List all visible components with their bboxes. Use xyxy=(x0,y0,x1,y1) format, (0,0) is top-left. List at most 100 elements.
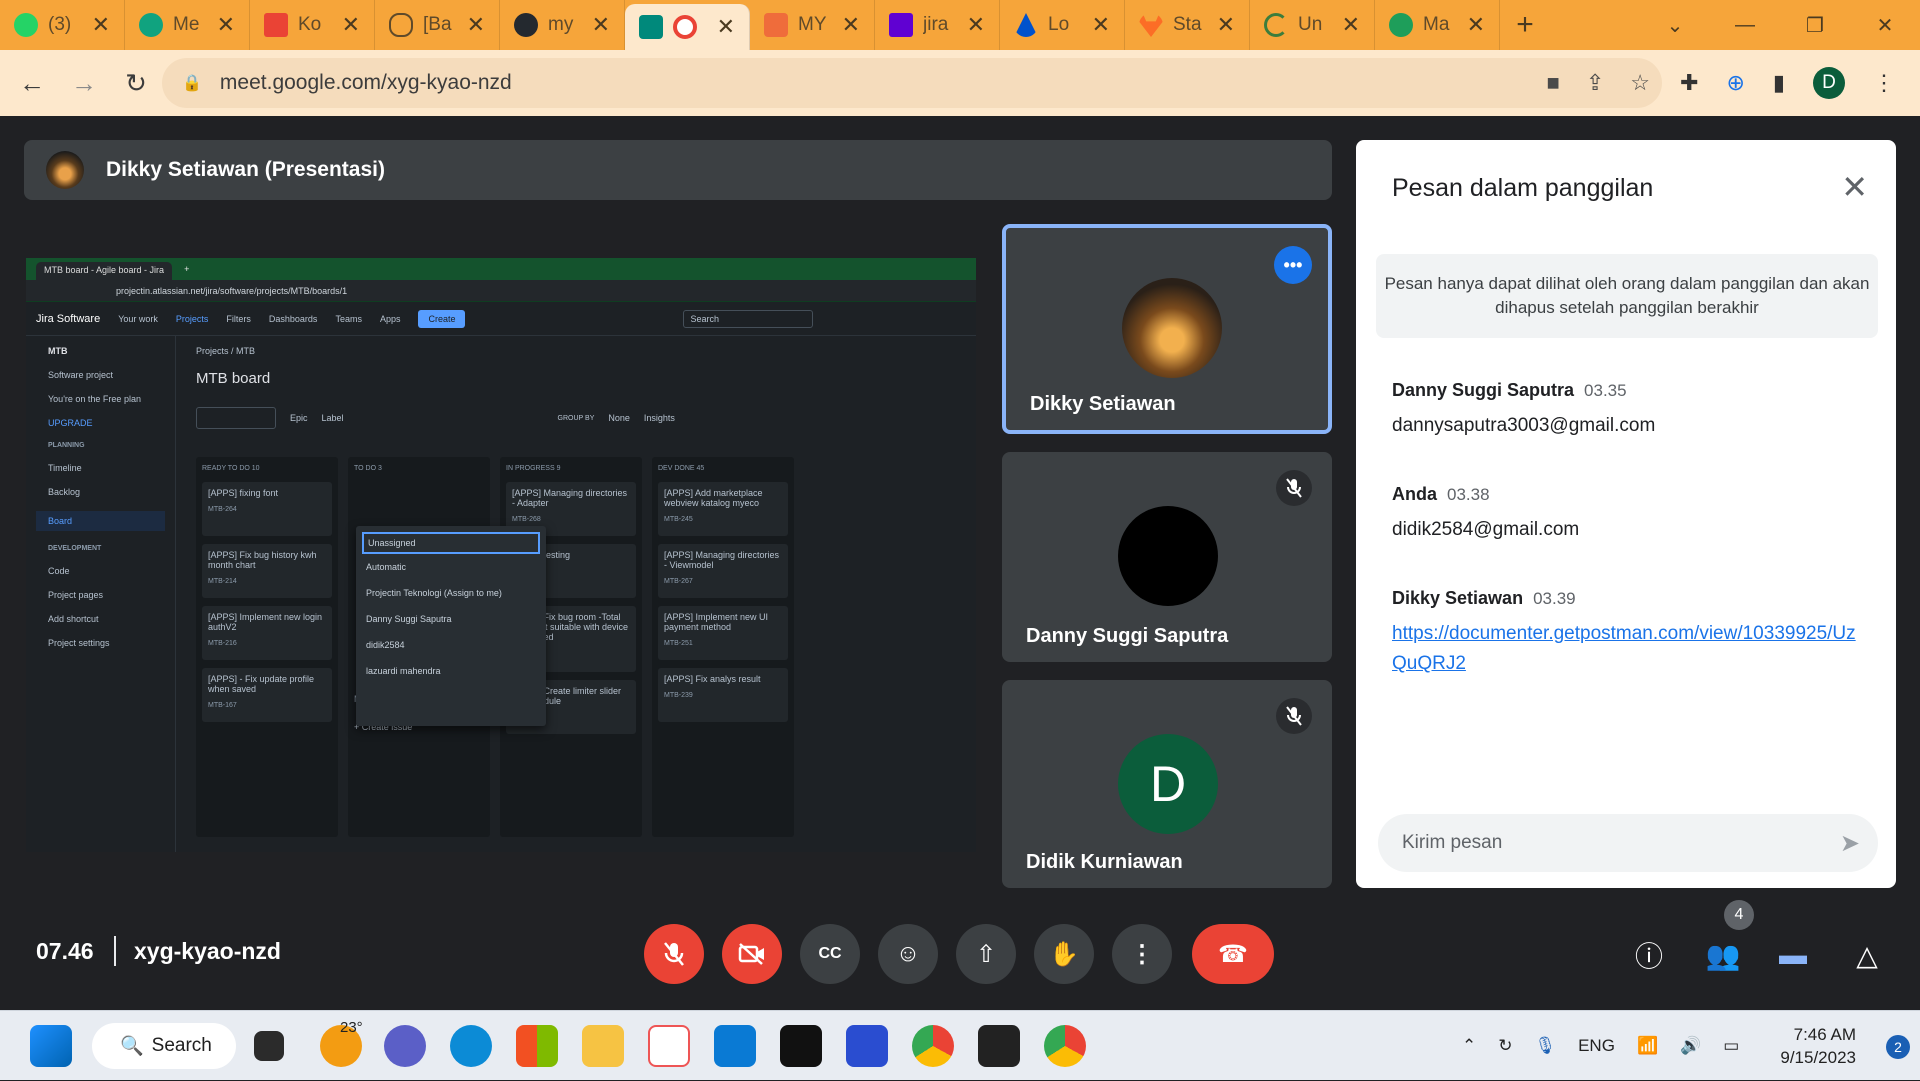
chat-icon[interactable]: ▬ xyxy=(1772,934,1814,976)
minimize-button[interactable]: — xyxy=(1710,0,1780,50)
store-icon[interactable] xyxy=(516,1025,558,1067)
tab-gitlab[interactable]: Sta ✕ xyxy=(1125,0,1250,50)
file-explorer-icon[interactable] xyxy=(582,1025,624,1067)
jira-column-header: TO DO 3 xyxy=(354,465,382,472)
battery-icon[interactable]: ▭ xyxy=(1723,1036,1739,1056)
url-text[interactable]: meet.google.com/xyg-kyao-nzd xyxy=(220,71,512,95)
participant-tile-dikky[interactable]: ••• Dikky Setiawan xyxy=(1002,224,1332,434)
taskbar-clock[interactable]: 7:46 AM 9/15/2023 xyxy=(1780,1023,1856,1069)
close-tab-icon[interactable]: ✕ xyxy=(467,12,485,38)
chat-input[interactable]: Kirim pesan ➤ xyxy=(1378,814,1878,872)
participant-tile-didik[interactable]: D Didik Kurniawan xyxy=(1002,680,1332,888)
address-bar[interactable]: 🔒 meet.google.com/xyg-kyao-nzd ■ ⇪ ☆ xyxy=(162,58,1662,108)
close-tab-icon[interactable]: ✕ xyxy=(592,12,610,38)
tab-title: Sta xyxy=(1173,14,1202,35)
tab-whatsapp[interactable]: (3) ✕ xyxy=(0,0,125,50)
reload-icon[interactable]: ↻ xyxy=(116,68,156,99)
tab-my[interactable]: MY ✕ xyxy=(750,0,875,50)
leave-call-button[interactable]: ☎ xyxy=(1192,924,1274,984)
people-icon[interactable]: 👥 xyxy=(1702,934,1744,976)
tab-search-icon[interactable]: ⌄ xyxy=(1640,0,1710,50)
app-icon[interactable] xyxy=(846,1025,888,1067)
jira-section-heading: DEVELOPMENT xyxy=(48,545,102,552)
side-panel-icon[interactable]: ▮ xyxy=(1773,70,1785,96)
card-id: MTB-214 xyxy=(208,578,237,585)
task-view-icon[interactable] xyxy=(254,1031,284,1061)
jira-search: Search xyxy=(683,309,814,328)
new-tab-button[interactable]: + xyxy=(1500,0,1550,50)
close-tab-icon[interactable]: ✕ xyxy=(967,12,985,38)
volume-icon[interactable]: 🔊 xyxy=(1680,1036,1701,1056)
teams-chat-icon[interactable] xyxy=(384,1025,426,1067)
close-tab-icon[interactable]: ✕ xyxy=(1342,12,1360,38)
chat-input-placeholder[interactable]: Kirim pesan xyxy=(1402,832,1502,854)
share-icon[interactable]: ⇪ xyxy=(1586,70,1604,96)
download-icon[interactable]: ⊕ xyxy=(1726,70,1744,96)
close-tab-icon[interactable]: ✕ xyxy=(842,12,860,38)
send-icon[interactable]: ➤ xyxy=(1840,829,1860,858)
close-tab-icon[interactable]: ✕ xyxy=(1217,12,1235,38)
close-icon[interactable]: ✕ xyxy=(1841,168,1868,206)
jira-breadcrumb: Projects / MTB xyxy=(196,346,256,356)
close-tab-icon[interactable]: ✕ xyxy=(342,12,360,38)
extensions-puzzle-icon[interactable]: ✚ xyxy=(1680,70,1698,96)
close-tab-icon[interactable]: ✕ xyxy=(1467,12,1485,38)
card-title: [APPS] Fix analys result xyxy=(664,674,761,684)
menu-kebab-icon[interactable]: ⋮ xyxy=(1873,70,1895,96)
close-window-button[interactable]: ✕ xyxy=(1850,0,1920,50)
close-tab-icon[interactable]: ✕ xyxy=(92,12,110,38)
language-indicator[interactable]: ENG xyxy=(1578,1036,1615,1056)
tab-un[interactable]: Un ✕ xyxy=(1250,0,1375,50)
tab-github[interactable]: my ✕ xyxy=(500,0,625,50)
tab-ma[interactable]: Ma ✕ xyxy=(1375,0,1500,50)
tab-gmail[interactable]: Ko ✕ xyxy=(250,0,375,50)
sync-icon[interactable]: ↻ xyxy=(1498,1036,1512,1056)
emoji-reaction-button[interactable]: ☺ xyxy=(878,924,938,984)
profile-avatar[interactable]: D xyxy=(1812,67,1845,99)
participant-tile-danny[interactable]: Danny Suggi Saputra xyxy=(1002,452,1332,662)
bookmark-star-icon[interactable]: ☆ xyxy=(1630,70,1650,96)
vscode-icon[interactable] xyxy=(714,1025,756,1067)
camera-icon[interactable]: ■ xyxy=(1547,70,1560,96)
more-options-button[interactable]: ••• xyxy=(1274,246,1312,284)
tab-atlassian[interactable]: Lo ✕ xyxy=(1000,0,1125,50)
lock-icon[interactable]: 🔒 xyxy=(182,73,202,93)
notification-badge[interactable]: 2 xyxy=(1886,1035,1910,1059)
tab-title: my xyxy=(548,14,574,35)
tab-chatgpt[interactable]: Me ✕ xyxy=(125,0,250,50)
meeting-info-icon[interactable]: ⓘ xyxy=(1628,934,1670,976)
windows-start-icon[interactable] xyxy=(30,1025,72,1067)
forward-icon[interactable]: → xyxy=(64,68,104,99)
restore-button[interactable]: ❐ xyxy=(1780,0,1850,50)
jira-nav-item: Projects xyxy=(175,313,209,324)
taskbar-search-label[interactable]: Search xyxy=(152,1035,212,1057)
activities-icon[interactable]: △ xyxy=(1846,934,1888,976)
message-link[interactable]: https://documenter.getpostman.com/view/1… xyxy=(1392,623,1856,674)
taskbar-search[interactable]: 🔍 Search xyxy=(92,1023,236,1069)
tab-cloud[interactable]: [Ba ✕ xyxy=(375,0,500,50)
close-tab-icon[interactable]: ✕ xyxy=(217,12,235,38)
wifi-icon[interactable]: 📶 xyxy=(1637,1036,1658,1056)
captions-button[interactable]: CC xyxy=(800,924,860,984)
chrome-icon[interactable] xyxy=(1044,1025,1086,1067)
close-tab-icon[interactable]: ✕ xyxy=(1092,12,1110,38)
tab-title: Lo xyxy=(1048,14,1070,35)
chat-message: Danny Suggi Saputra 03.35 dannysaputra300… xyxy=(1392,380,1862,441)
back-icon[interactable]: ← xyxy=(12,68,52,99)
edge-icon[interactable] xyxy=(450,1025,492,1067)
terminal-icon[interactable] xyxy=(978,1025,1020,1067)
tab-google-meet[interactable]: ✕ xyxy=(625,4,750,50)
camera-off-button[interactable] xyxy=(722,924,782,984)
mic-off-button[interactable] xyxy=(644,924,704,984)
microphone-icon[interactable]: 🎙 xyxy=(1535,1036,1557,1056)
snipping-tool-icon[interactable] xyxy=(648,1025,690,1067)
close-tab-icon[interactable]: ✕ xyxy=(717,14,735,40)
present-screen-button[interactable]: ⇧ xyxy=(956,924,1016,984)
participant-name: Danny Suggi Saputra xyxy=(1026,625,1229,647)
tab-yahoo[interactable]: jira ✕ xyxy=(875,0,1000,50)
more-options-button[interactable]: ⋮ xyxy=(1112,924,1172,984)
raise-hand-button[interactable]: ✋ xyxy=(1034,924,1094,984)
terminal-icon[interactable] xyxy=(780,1025,822,1067)
chrome-icon[interactable] xyxy=(912,1025,954,1067)
chevron-up-icon[interactable]: ⌃ xyxy=(1462,1036,1476,1056)
